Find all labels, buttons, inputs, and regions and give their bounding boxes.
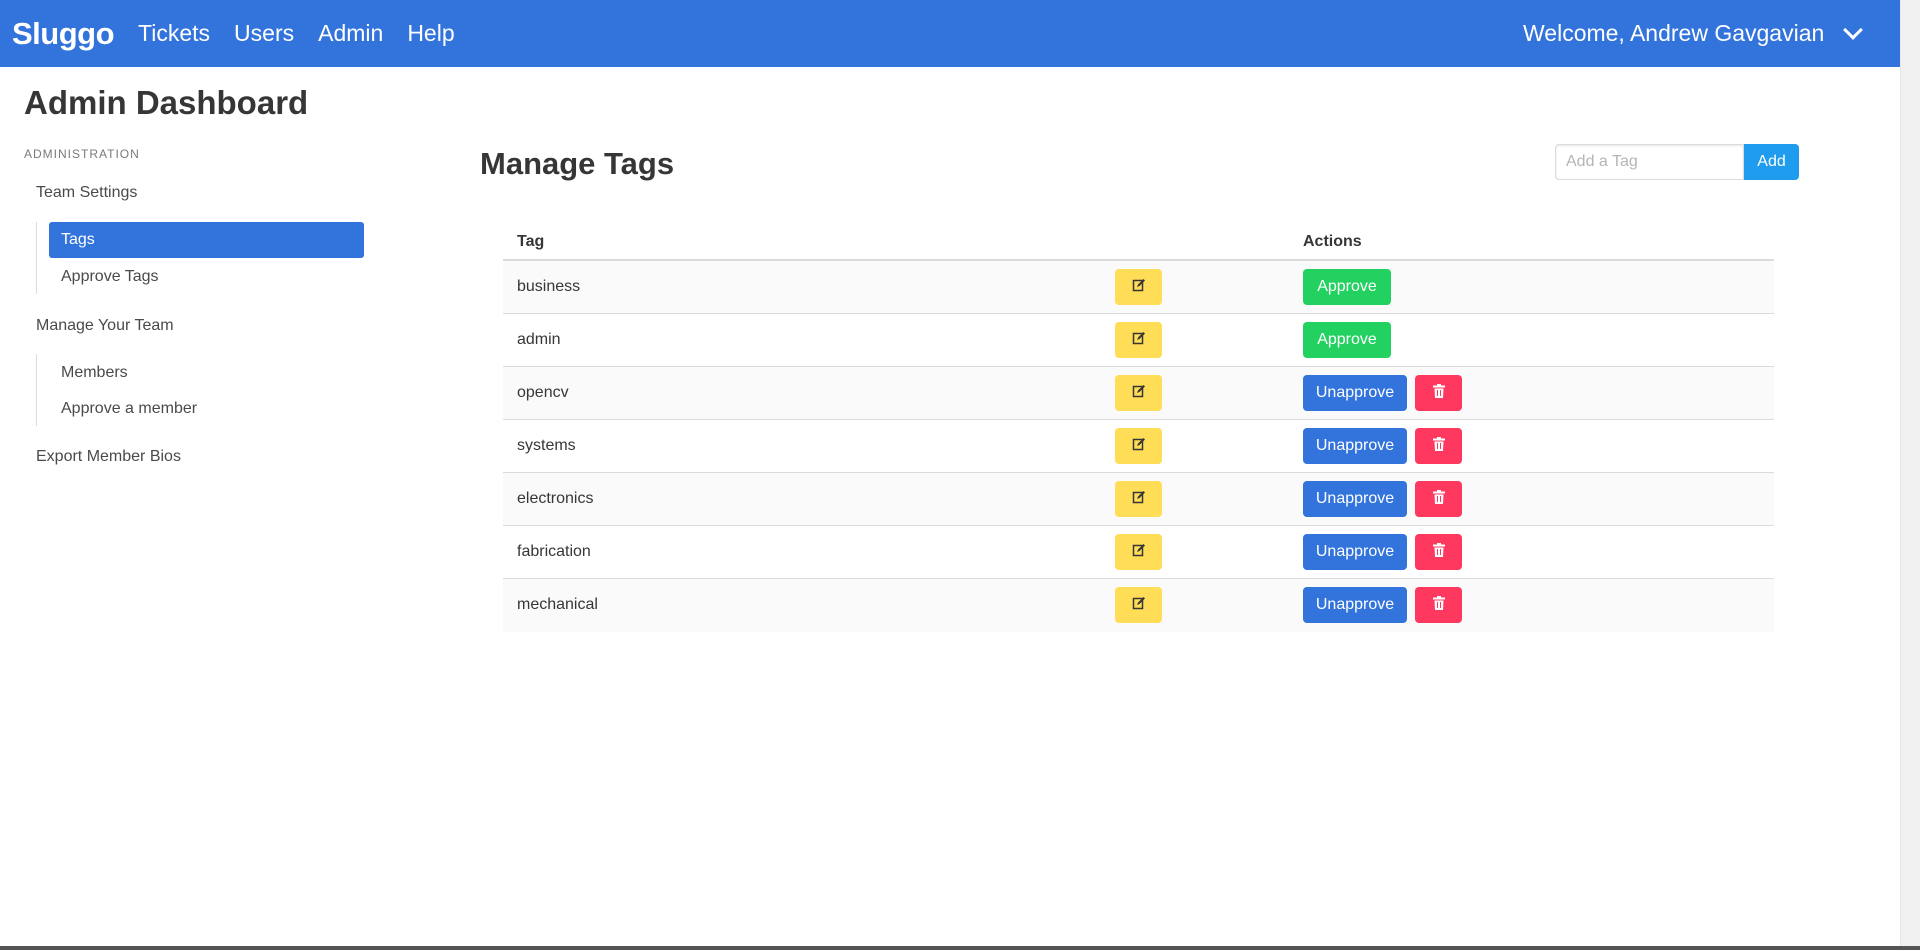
tags-table: Tag Actions business Approve admin Approv… xyxy=(503,226,1774,632)
add-tag-input[interactable] xyxy=(1555,144,1744,180)
edit-icon xyxy=(1132,437,1146,456)
edit-button[interactable] xyxy=(1115,587,1162,623)
column-header-actions: Actions xyxy=(1303,233,1362,250)
user-menu[interactable]: Welcome, Andrew Gavgavian xyxy=(1523,19,1864,47)
table-row: electronics Unapprove xyxy=(503,473,1774,526)
tag-name: fabrication xyxy=(517,543,591,560)
edit-button[interactable] xyxy=(1115,375,1162,411)
sidebar-item-tags[interactable]: Tags xyxy=(49,222,364,258)
tag-name: admin xyxy=(517,331,561,348)
page-title: Admin Dashboard xyxy=(24,84,309,121)
nav-help[interactable]: Help xyxy=(407,20,454,47)
delete-button[interactable] xyxy=(1415,587,1462,623)
top-navbar: Sluggo Tickets Users Admin Help Welcome,… xyxy=(0,0,1900,67)
sidebar-item-export-bios[interactable]: Export Member Bios xyxy=(36,448,181,466)
menu-label: Administration xyxy=(24,147,140,161)
table-row: systems Unapprove xyxy=(503,420,1774,473)
unapprove-button[interactable]: Unapprove xyxy=(1303,534,1407,570)
trash-icon xyxy=(1432,436,1445,456)
tag-name: opencv xyxy=(517,384,569,401)
delete-button[interactable] xyxy=(1415,428,1462,464)
window-border xyxy=(0,946,1920,950)
brand-logo[interactable]: Sluggo xyxy=(12,16,115,52)
unapprove-button[interactable]: Unapprove xyxy=(1303,481,1407,517)
unapprove-button[interactable]: Unapprove xyxy=(1303,587,1407,623)
edit-button[interactable] xyxy=(1115,322,1162,358)
scrollbar[interactable] xyxy=(1900,0,1920,950)
edit-button[interactable] xyxy=(1115,428,1162,464)
delete-button[interactable] xyxy=(1415,534,1462,570)
edit-icon xyxy=(1132,278,1146,297)
unapprove-button[interactable]: Unapprove xyxy=(1303,375,1407,411)
table-row: business Approve xyxy=(503,261,1774,314)
tag-name: systems xyxy=(517,437,576,454)
edit-button[interactable] xyxy=(1115,481,1162,517)
approve-button[interactable]: Approve xyxy=(1303,322,1391,358)
delete-button[interactable] xyxy=(1415,481,1462,517)
tag-name: electronics xyxy=(517,490,594,507)
nav-tickets[interactable]: Tickets xyxy=(138,20,210,47)
submenu-border xyxy=(36,354,37,426)
column-header-tag: Tag xyxy=(517,233,545,250)
trash-icon xyxy=(1432,489,1445,509)
table-row: opencv Unapprove xyxy=(503,367,1774,420)
section-title: Manage Tags xyxy=(480,146,675,181)
add-tag-button[interactable]: Add xyxy=(1744,144,1799,180)
edit-icon xyxy=(1132,490,1146,509)
trash-icon xyxy=(1432,383,1445,403)
trash-icon xyxy=(1432,595,1445,615)
table-header: Tag Actions xyxy=(503,226,1774,261)
delete-button[interactable] xyxy=(1415,375,1462,411)
sidebar-item-manage-team[interactable]: Manage Your Team xyxy=(36,317,174,335)
edit-icon xyxy=(1132,596,1146,615)
edit-button[interactable] xyxy=(1115,269,1162,305)
edit-icon xyxy=(1132,384,1146,403)
welcome-text: Welcome, Andrew Gavgavian xyxy=(1523,20,1825,46)
table-row: admin Approve xyxy=(503,314,1774,367)
edit-icon xyxy=(1132,331,1146,350)
edit-icon xyxy=(1132,543,1146,562)
edit-button[interactable] xyxy=(1115,534,1162,570)
table-row: fabrication Unapprove xyxy=(503,526,1774,579)
tag-name: mechanical xyxy=(517,596,598,613)
sidebar-item-approve-tags[interactable]: Approve Tags xyxy=(61,268,159,286)
tag-name: business xyxy=(517,278,581,295)
sidebar-item-team-settings[interactable]: Team Settings xyxy=(36,184,137,202)
chevron-down-icon xyxy=(1843,19,1864,40)
nav-users[interactable]: Users xyxy=(234,20,294,47)
sidebar-item-members[interactable]: Members xyxy=(61,364,128,382)
sidebar-item-approve-member[interactable]: Approve a member xyxy=(61,400,197,418)
table-row: mechanical Unapprove xyxy=(503,579,1774,632)
submenu-border xyxy=(36,222,37,294)
trash-icon xyxy=(1432,542,1445,562)
unapprove-button[interactable]: Unapprove xyxy=(1303,428,1407,464)
approve-button[interactable]: Approve xyxy=(1303,269,1391,305)
nav-admin[interactable]: Admin xyxy=(318,20,383,47)
